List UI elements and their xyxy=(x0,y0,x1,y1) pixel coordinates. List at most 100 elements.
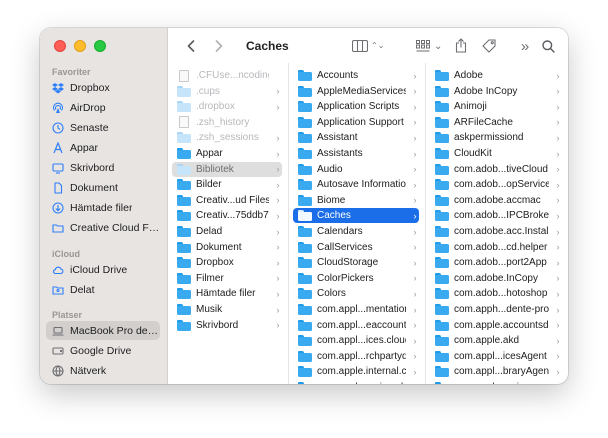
item-name: .dropbox xyxy=(196,101,235,113)
list-item[interactable]: .zsh_history xyxy=(172,115,282,130)
list-item[interactable]: Filmer › xyxy=(172,271,282,286)
sidebar-item-dropbox[interactable]: Dropbox xyxy=(46,78,160,97)
sidebar-item-creative-cloud-files[interactable]: Creative Cloud Files xyxy=(46,218,160,237)
list-item[interactable]: com.apple.internal.ck › xyxy=(293,364,419,379)
list-item[interactable]: Audio › xyxy=(293,162,419,177)
list-item[interactable]: com.appl...icesAgent › xyxy=(430,349,562,364)
list-item[interactable]: askpermissiond › xyxy=(430,130,562,145)
chevron-right-icon: › xyxy=(556,195,560,206)
folder-icon xyxy=(298,319,312,331)
list-item[interactable]: Dokument › xyxy=(172,240,282,255)
list-item[interactable]: Autosave Information › xyxy=(293,177,419,192)
folder-icon xyxy=(435,70,449,81)
sidebar-item-dokument[interactable]: Dokument xyxy=(46,178,160,197)
forward-button[interactable] xyxy=(212,36,226,56)
list-item[interactable]: Bibliotek › xyxy=(172,161,282,177)
list-item[interactable]: .dropbox › xyxy=(172,99,282,114)
list-item[interactable]: ColorPickers › xyxy=(293,271,419,286)
share-button[interactable] xyxy=(454,35,468,55)
sidebar-item-appar[interactable]: Appar xyxy=(46,138,160,157)
list-item[interactable]: com.appl...ervices › xyxy=(430,380,562,384)
group-button[interactable]: ⌄ xyxy=(416,36,442,56)
sidebar-item-airdrop[interactable]: AirDrop xyxy=(46,98,160,117)
item-name: com.appl...mentation xyxy=(317,304,406,315)
list-item[interactable]: com.adob...opService › xyxy=(430,177,562,192)
item-name: ARFileCache xyxy=(454,116,513,128)
list-item[interactable]: com.apple.accountsd › xyxy=(430,318,562,333)
list-item[interactable]: com.appl...ervicesd › xyxy=(293,380,419,384)
more-button[interactable]: » xyxy=(518,36,532,56)
list-item[interactable]: Bilder › xyxy=(172,177,282,192)
item-name: Creativ...75ddb7 xyxy=(196,210,269,222)
sidebar-item-google-drive[interactable]: Google Drive xyxy=(46,341,160,360)
list-item[interactable]: com.apph...dente-pro › xyxy=(430,302,562,317)
search-button[interactable] xyxy=(540,36,556,56)
list-item[interactable]: com.adob...hotoshop › xyxy=(430,286,562,301)
list-item[interactable]: Caches › xyxy=(293,208,419,224)
sidebar-item-hamtade-filer[interactable]: Hämtade filer xyxy=(46,198,160,217)
list-item[interactable]: Creativ...75ddb7 › xyxy=(172,208,282,223)
sidebar-item-label: Dropbox xyxy=(70,81,110,94)
sidebar-item-delat[interactable]: Delat xyxy=(46,280,160,299)
list-item[interactable]: .zsh_sessions › xyxy=(172,130,282,145)
close-window-button[interactable] xyxy=(54,40,66,52)
list-item[interactable]: .cups › xyxy=(172,84,282,99)
minimize-window-button[interactable] xyxy=(74,40,86,52)
list-item[interactable]: Adobe › xyxy=(430,68,562,83)
sidebar-item-icloud-drive[interactable]: iCloud Drive xyxy=(46,260,160,279)
list-item[interactable]: com.appl...rchpartyd › xyxy=(293,349,419,364)
chevron-right-icon: › xyxy=(556,273,560,284)
folder-icon xyxy=(177,210,191,222)
list-item[interactable]: com.adobe.acc.Install › xyxy=(430,224,562,239)
list-item[interactable]: Delad › xyxy=(172,224,282,239)
list-item[interactable]: CloudKit › xyxy=(430,146,562,161)
sidebar-item-skrivbord[interactable]: Skrivbord xyxy=(46,158,160,177)
list-item[interactable]: com.adobe.accmac › xyxy=(430,193,562,208)
view-mode-button[interactable]: ⌃⌄ xyxy=(352,36,384,56)
list-item[interactable]: com.adob...tiveCloud › xyxy=(430,162,562,177)
item-name: AppleMediaServices xyxy=(317,85,406,97)
list-item[interactable]: com.adob...port2App › xyxy=(430,255,562,270)
back-button[interactable] xyxy=(184,36,198,56)
sidebar-item-natverk[interactable]: Nätverk xyxy=(46,361,160,380)
list-item[interactable]: Animoji › xyxy=(430,99,562,114)
list-item[interactable]: Assistant › xyxy=(293,130,419,145)
list-item[interactable]: Skrivbord › xyxy=(172,318,282,333)
list-item[interactable]: Dropbox › xyxy=(172,255,282,270)
list-item[interactable]: com.apple.akd › xyxy=(430,333,562,348)
list-item[interactable]: Adobe InCopy › xyxy=(430,84,562,99)
list-item[interactable]: CallServices › xyxy=(293,240,419,255)
list-item[interactable]: com.adob...IPCBroker › xyxy=(430,208,562,223)
list-item[interactable]: com.appl...mentation › xyxy=(293,302,419,317)
view-mode-chevrons: ⌃⌄ xyxy=(371,41,385,50)
list-item[interactable]: com.appl...braryAgent › xyxy=(430,364,562,379)
item-name: .CFUse...ncoding xyxy=(196,70,269,81)
list-item[interactable]: CloudStorage › xyxy=(293,255,419,270)
list-item[interactable]: com.adobe.InCopy › xyxy=(430,271,562,286)
list-item[interactable]: com.adob...cd.helper › xyxy=(430,240,562,255)
sidebar-item-senaste[interactable]: Senaste xyxy=(46,118,160,137)
list-item[interactable]: Biome › xyxy=(293,193,419,208)
list-item[interactable]: Hämtade filer › xyxy=(172,286,282,301)
sidebar-item-macbook[interactable]: MacBook Pro de S... xyxy=(46,321,160,340)
airdrop-icon xyxy=(52,102,64,114)
list-item[interactable]: Appar › xyxy=(172,146,282,161)
list-item[interactable]: Accounts › xyxy=(293,68,419,83)
list-item[interactable]: Assistants › xyxy=(293,146,419,161)
list-item[interactable]: Creativ...ud Files › xyxy=(172,193,282,208)
list-item[interactable]: ARFileCache › xyxy=(430,115,562,130)
chevron-right-icon: › xyxy=(413,320,417,331)
list-item[interactable]: .CFUse...ncoding xyxy=(172,68,282,83)
list-item[interactable]: AppleMediaServices › xyxy=(293,84,419,99)
list-item[interactable]: Musik › xyxy=(172,302,282,317)
list-item[interactable]: com.appl...ices.cloud › xyxy=(293,333,419,348)
list-item[interactable]: Calendars › xyxy=(293,224,419,239)
chevron-right-icon: › xyxy=(276,226,280,237)
list-item[interactable]: Colors › xyxy=(293,286,419,301)
chevron-right-icon: › xyxy=(276,210,280,221)
tag-button[interactable] xyxy=(481,36,497,56)
zoom-window-button[interactable] xyxy=(94,40,106,52)
list-item[interactable]: com.appl...eaccountd › xyxy=(293,318,419,333)
list-item[interactable]: Application Scripts › xyxy=(293,99,419,114)
list-item[interactable]: Application Support › xyxy=(293,115,419,130)
